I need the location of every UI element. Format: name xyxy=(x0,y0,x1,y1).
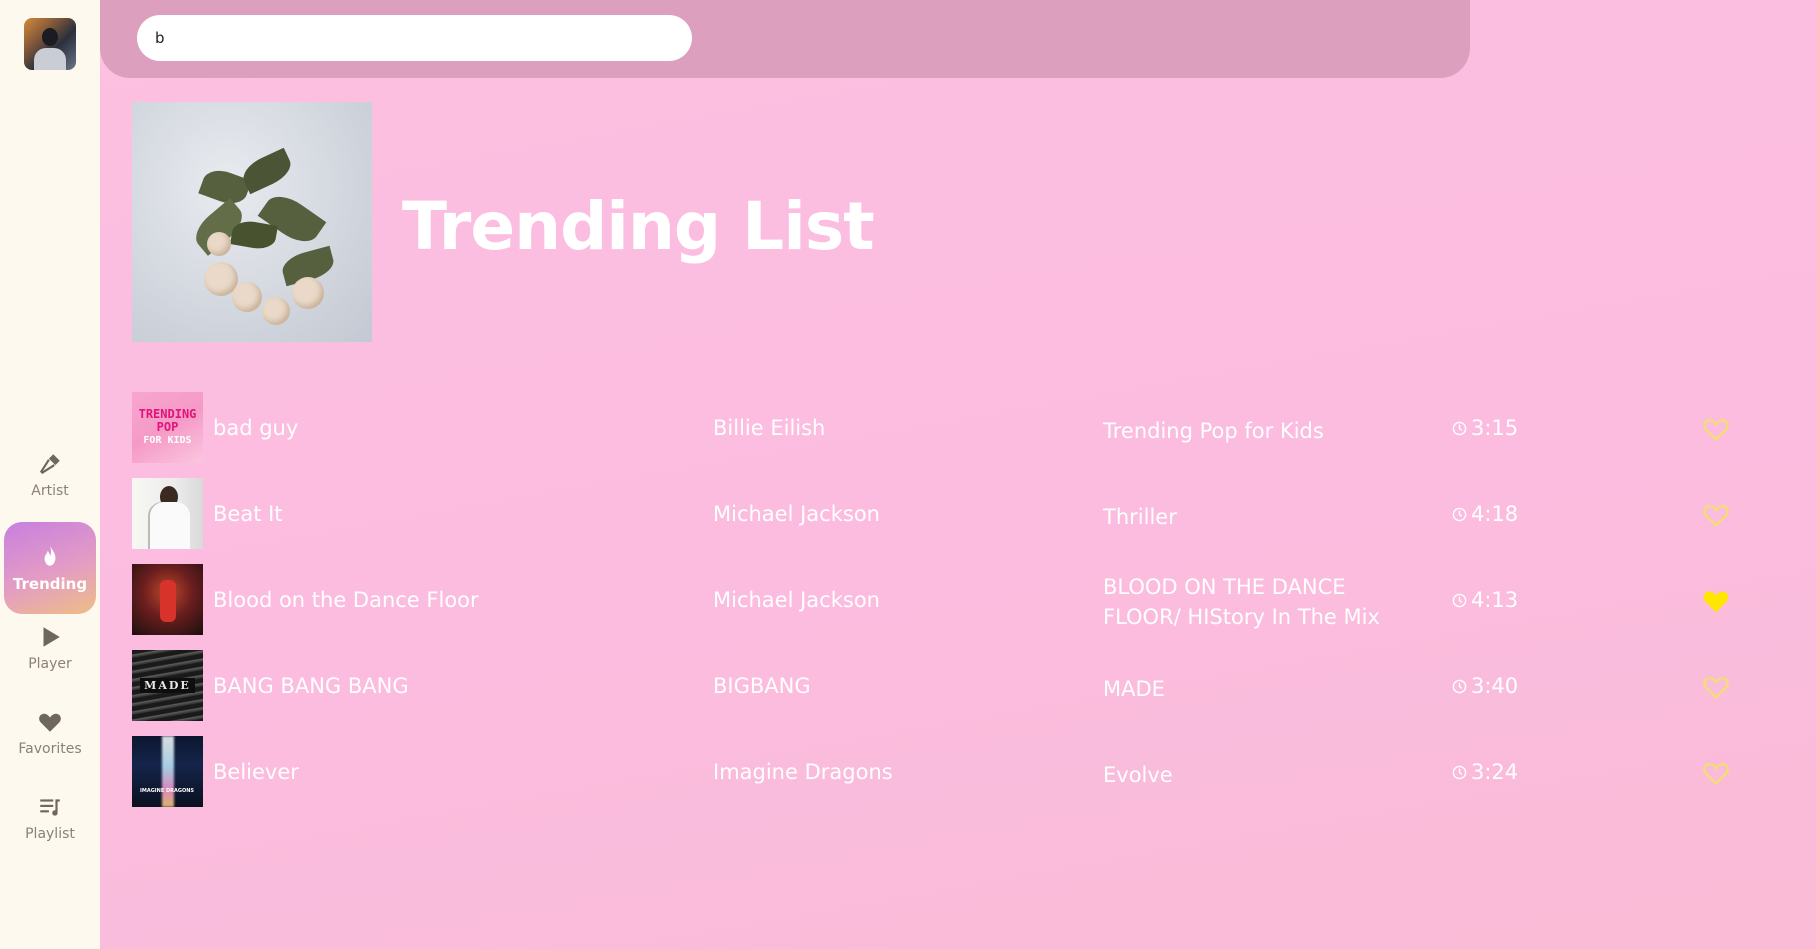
clock-icon xyxy=(1452,507,1467,521)
heart-outline-icon[interactable] xyxy=(1702,502,1730,528)
track-duration: 4:18 xyxy=(1452,502,1518,526)
album-art-text: POP xyxy=(156,420,179,434)
sidebar-item-label: Artist xyxy=(31,483,69,499)
flower-shape xyxy=(207,232,231,256)
sidebar-item-favorites[interactable]: Favorites xyxy=(4,693,96,773)
page-title: Trending List xyxy=(402,188,875,265)
track-artist: BIGBANG xyxy=(713,674,811,698)
avatar[interactable] xyxy=(24,18,76,70)
leaf-shape xyxy=(238,147,296,195)
album-art: TRENDING POP FOR KIDS xyxy=(132,392,203,463)
sidebar-item-playlist[interactable]: Playlist xyxy=(4,778,96,858)
track-title: BANG BANG BANG xyxy=(213,674,409,698)
track-title: Blood on the Dance Floor xyxy=(213,588,479,612)
track-row[interactable]: MADE BANG BANG BANG BIGBANG MADE 3:40 xyxy=(132,646,1732,732)
sidebar-item-label: Player xyxy=(28,656,72,672)
album-art-text: FOR KIDS xyxy=(143,435,192,446)
track-artist: Michael Jackson xyxy=(713,588,880,612)
duration-text: 3:15 xyxy=(1471,416,1519,440)
track-album: Trending Pop for Kids xyxy=(1103,419,1324,443)
album-art-figure xyxy=(160,580,176,622)
sidebar-item-artist[interactable]: Artist xyxy=(4,435,96,515)
track-album: Thriller xyxy=(1103,505,1177,529)
album-art: MADE xyxy=(132,650,203,721)
search-input[interactable] xyxy=(137,15,692,61)
heart-outline-icon[interactable] xyxy=(1702,674,1730,700)
duration-text: 3:40 xyxy=(1471,674,1519,698)
album-art-text: MADE xyxy=(140,678,195,693)
track-artist: Billie Eilish xyxy=(713,416,826,440)
album-art: IMAGINE DRAGONS xyxy=(132,736,203,807)
flower-shape xyxy=(262,297,290,325)
track-album: MADE xyxy=(1103,677,1165,701)
duration-text: 4:13 xyxy=(1471,588,1519,612)
sidebar: Artist Trending Player Favorites Playlis… xyxy=(0,0,100,949)
play-icon xyxy=(43,627,60,647)
clock-icon xyxy=(1452,765,1467,779)
sidebar-item-label: Favorites xyxy=(18,741,82,757)
track-duration: 3:24 xyxy=(1452,760,1518,784)
clock-icon xyxy=(1452,679,1467,693)
avatar-figure xyxy=(34,48,66,70)
track-duration: 3:15 xyxy=(1452,416,1518,440)
album-art-figure xyxy=(150,502,190,549)
duration-text: 4:18 xyxy=(1471,502,1519,526)
fire-icon xyxy=(44,545,56,566)
playlist-icon xyxy=(40,799,60,816)
sidebar-item-label: Playlist xyxy=(25,826,75,842)
track-row[interactable]: TRENDING POP FOR KIDS bad guy Billie Eil… xyxy=(132,388,1732,474)
duration-text: 3:24 xyxy=(1471,760,1519,784)
album-art xyxy=(132,478,203,549)
track-row[interactable]: IMAGINE DRAGONS Believer Imagine Dragons… xyxy=(132,732,1732,818)
track-list: TRENDING POP FOR KIDS bad guy Billie Eil… xyxy=(132,388,1732,818)
track-title: bad guy xyxy=(213,416,299,440)
track-duration: 4:13 xyxy=(1452,588,1518,612)
sidebar-item-player[interactable]: Player xyxy=(4,608,96,688)
flower-shape xyxy=(292,277,324,309)
track-artist: Imagine Dragons xyxy=(713,760,893,784)
microphone-icon xyxy=(39,454,60,475)
track-artist: Michael Jackson xyxy=(713,502,880,526)
trending-cover-image xyxy=(132,102,372,342)
track-album: BLOOD ON THE DANCE FLOOR/ HIStory In The… xyxy=(1103,575,1380,629)
clock-icon xyxy=(1452,421,1467,435)
flower-shape xyxy=(232,282,262,312)
heart-filled-icon[interactable] xyxy=(1702,588,1730,614)
track-album: Evolve xyxy=(1103,763,1173,787)
album-art-beam xyxy=(162,736,174,807)
sidebar-item-label: Trending xyxy=(12,575,88,593)
track-row[interactable]: Beat It Michael Jackson Thriller 4:18 xyxy=(132,474,1732,560)
heart-icon xyxy=(39,713,61,732)
track-row[interactable]: Blood on the Dance Floor Michael Jackson… xyxy=(132,560,1732,646)
album-art xyxy=(132,564,203,635)
track-duration: 3:40 xyxy=(1452,674,1518,698)
header-bar xyxy=(100,0,1470,78)
track-title: Believer xyxy=(213,760,299,784)
heart-outline-icon[interactable] xyxy=(1702,416,1730,442)
heart-outline-icon[interactable] xyxy=(1702,760,1730,786)
clock-icon xyxy=(1452,593,1467,607)
track-title: Beat It xyxy=(213,502,283,526)
album-art-text: IMAGINE DRAGONS xyxy=(140,788,195,794)
sidebar-item-trending[interactable]: Trending xyxy=(4,522,96,614)
